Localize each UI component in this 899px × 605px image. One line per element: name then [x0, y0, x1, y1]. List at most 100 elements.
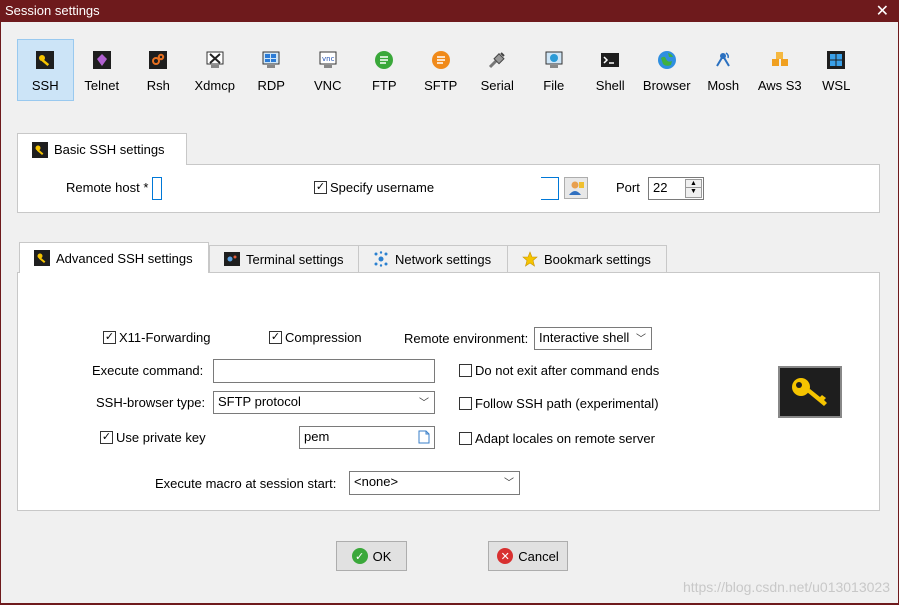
ok-button[interactable]: ✓ OK	[336, 541, 407, 571]
protocol-label: FTP	[371, 78, 397, 93]
telnet-icon	[91, 49, 113, 71]
protocol-label: Aws S3	[757, 78, 802, 93]
ftp-icon	[373, 49, 395, 71]
checkbox-box: ✓	[314, 181, 327, 194]
ssh-browser-type-select[interactable]: SFTP protocol ﹀	[213, 391, 435, 414]
protocol-label: SSH	[31, 78, 59, 93]
protocol-aws-s3[interactable]: Aws S3	[752, 39, 809, 101]
wsl-icon	[825, 49, 847, 71]
private-key-input[interactable]: pem	[299, 426, 435, 449]
tab-basic-ssh-settings[interactable]: Basic SSH settings	[17, 133, 187, 165]
network-icon	[373, 251, 389, 267]
checkbox-label: Follow SSH path (experimental)	[475, 396, 659, 411]
xdmcp-icon	[204, 49, 226, 71]
tab-label: Terminal settings	[246, 251, 344, 267]
checkbox-box: ✓	[100, 431, 113, 444]
svg-text:vnc: vnc	[322, 55, 335, 63]
sftp-icon	[430, 49, 452, 71]
checkbox-label: Compression	[285, 330, 362, 345]
execute-macro-label: Execute macro at session start:	[155, 476, 337, 491]
protocol-vnc[interactable]: vnc VNC	[300, 39, 357, 101]
file-browse-icon[interactable]	[418, 430, 430, 447]
button-label: Cancel	[518, 548, 559, 564]
protocol-label: Rsh	[146, 78, 170, 93]
protocol-rdp[interactable]: RDP	[243, 39, 300, 101]
protocol-label: WSL	[822, 78, 851, 93]
mosh-icon	[712, 49, 734, 71]
execute-macro-select[interactable]: <none> ﹀	[349, 471, 520, 495]
close-icon[interactable]: ✕	[876, 1, 889, 21]
checkbox-box: ✓	[103, 331, 116, 344]
title-bar: Session settings ✕	[0, 0, 899, 22]
checkbox-box: ✓	[269, 331, 282, 344]
specify-username-checkbox[interactable]: ✓ Specify username	[314, 180, 434, 195]
remote-host-input[interactable]	[152, 177, 162, 200]
protocol-mosh[interactable]: Mosh	[695, 39, 752, 101]
username-input-cover	[449, 176, 541, 201]
protocol-rsh[interactable]: Rsh	[130, 39, 187, 101]
ssh-key-icon	[34, 49, 56, 71]
tab-bookmark-settings[interactable]: Bookmark settings	[507, 245, 667, 272]
tab-terminal-settings[interactable]: Terminal settings	[209, 245, 359, 272]
remote-host-label: Remote host *	[66, 180, 149, 195]
protocol-label: SFTP	[424, 78, 458, 93]
protocol-telnet[interactable]: Telnet	[74, 39, 131, 101]
spin-down-icon[interactable]: ▼	[685, 188, 702, 198]
checkbox-box	[459, 432, 472, 445]
remote-environment-label: Remote environment:	[404, 331, 529, 346]
port-label: Port	[616, 180, 640, 195]
protocol-browser[interactable]: Browser	[639, 39, 696, 101]
x11-forwarding-checkbox[interactable]: ✓ X11-Forwarding	[103, 330, 211, 345]
tab-label: Bookmark settings	[544, 251, 651, 267]
session-settings-window: SSH Telnet Rsh Xdmcp RDP vnc VNC FTP SFT…	[1, 22, 898, 603]
cancel-button[interactable]: ✕ Cancel	[488, 541, 568, 571]
do-not-exit-checkbox[interactable]: Do not exit after command ends	[459, 363, 659, 378]
rdp-icon	[260, 49, 282, 71]
adapt-locales-checkbox[interactable]: Adapt locales on remote server	[459, 431, 655, 446]
cancel-icon: ✕	[497, 548, 514, 564]
protocol-toolbar: SSH Telnet Rsh Xdmcp RDP vnc VNC FTP SFT…	[17, 39, 865, 101]
protocol-serial[interactable]: Serial	[469, 39, 526, 101]
file-icon	[543, 49, 565, 71]
ssh-key-icon	[34, 250, 50, 266]
protocol-ftp[interactable]: FTP	[356, 39, 413, 101]
protocol-label: File	[543, 78, 565, 93]
protocol-sftp[interactable]: SFTP	[413, 39, 470, 101]
browser-icon	[656, 49, 678, 71]
private-key-value: pem	[304, 429, 330, 444]
remote-environment-select[interactable]: Interactive shell ﹀	[534, 327, 652, 350]
protocol-file[interactable]: File	[526, 39, 583, 101]
aws-s3-icon	[769, 49, 791, 71]
rsh-icon	[147, 49, 169, 71]
follow-ssh-path-checkbox[interactable]: Follow SSH path (experimental)	[459, 396, 659, 411]
protocol-label: Mosh	[707, 78, 740, 93]
protocol-shell[interactable]: Shell	[582, 39, 639, 101]
tab-network-settings[interactable]: Network settings	[358, 245, 508, 272]
protocol-ssh[interactable]: SSH	[17, 39, 74, 101]
protocol-label: Telnet	[84, 78, 120, 93]
spin-up-icon[interactable]: ▲	[685, 179, 702, 188]
protocol-wsl[interactable]: WSL	[808, 39, 865, 101]
checkbox-box	[459, 364, 472, 377]
select-value: SFTP protocol	[218, 394, 301, 409]
tab-advanced-ssh-settings[interactable]: Advanced SSH settings	[19, 242, 209, 273]
protocol-xdmcp[interactable]: Xdmcp	[187, 39, 244, 101]
user-picker-button[interactable]	[564, 177, 588, 199]
execute-command-input[interactable]	[213, 359, 435, 383]
checkbox-box	[459, 397, 472, 410]
port-value: 22	[653, 180, 668, 195]
tab-label: Network settings	[395, 251, 492, 267]
checkbox-label: Do not exit after command ends	[475, 363, 660, 378]
ssh-browser-type-label: SSH-browser type:	[96, 395, 206, 410]
port-spinner[interactable]: ▲ ▼	[685, 179, 702, 198]
use-private-key-checkbox[interactable]: ✓ Use private key	[100, 430, 206, 445]
chevron-down-icon: ﹀	[636, 334, 646, 345]
ssh-key-icon	[32, 141, 48, 158]
chevron-down-icon: ﹀	[504, 478, 514, 489]
ssh-key-large-icon	[778, 366, 842, 418]
protocol-label: Serial	[480, 78, 514, 93]
protocol-label: Xdmcp	[194, 78, 235, 93]
checkbox-label: Adapt locales on remote server	[475, 431, 655, 446]
user-icon	[569, 181, 584, 195]
compression-checkbox[interactable]: ✓ Compression	[269, 330, 362, 345]
